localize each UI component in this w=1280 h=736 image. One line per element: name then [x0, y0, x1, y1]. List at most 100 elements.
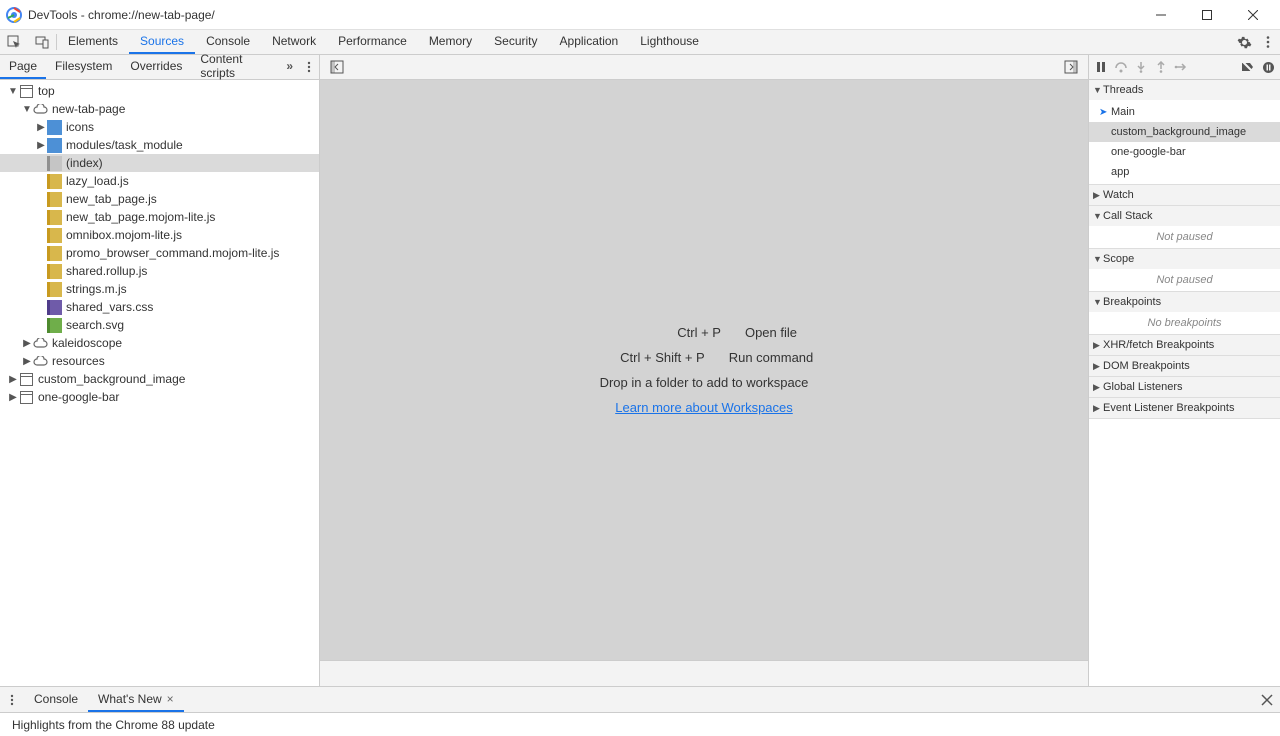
triangle-right-icon[interactable]: ▶ — [22, 356, 32, 367]
step-into-icon[interactable] — [1131, 57, 1151, 77]
triangle-right-icon[interactable]: ▶ — [36, 122, 46, 133]
tree-node[interactable]: lazy_load.js — [0, 172, 319, 190]
section-header-event-listeners[interactable]: ▶Event Listener Breakpoints — [1089, 398, 1280, 418]
settings-icon[interactable] — [1232, 35, 1256, 50]
subtab-overrides[interactable]: Overrides — [121, 55, 191, 79]
file-svg-icon — [47, 318, 62, 333]
tree-node-label: omnibox.mojom-lite.js — [66, 228, 182, 242]
more-icon[interactable] — [1256, 35, 1280, 49]
maximize-button[interactable] — [1184, 0, 1230, 30]
tree-node[interactable]: search.svg — [0, 316, 319, 334]
tree-node-label: top — [38, 84, 55, 98]
open-file-shortcut: Ctrl + P — [611, 325, 721, 340]
open-file-label: Open file — [745, 325, 797, 340]
close-button[interactable] — [1230, 0, 1276, 30]
window-icon — [19, 372, 34, 387]
device-toggle-icon[interactable] — [28, 30, 56, 54]
tree-node[interactable]: ▶resources — [0, 352, 319, 370]
subtab-page[interactable]: Page — [0, 55, 46, 79]
triangle-right-icon: ▶ — [1093, 403, 1103, 414]
triangle-down-icon[interactable]: ▼ — [22, 104, 32, 115]
subtab-more-icon[interactable]: » — [280, 55, 299, 79]
section-header-threads[interactable]: ▼Threads — [1089, 80, 1280, 100]
drawer-tab-whatsnew[interactable]: What's New× — [88, 687, 184, 712]
tab-performance[interactable]: Performance — [327, 30, 418, 54]
thread-label: one-google-bar — [1111, 146, 1186, 158]
triangle-down-icon[interactable]: ▼ — [8, 86, 18, 97]
triangle-right-icon[interactable]: ▶ — [8, 392, 18, 403]
pause-icon[interactable] — [1091, 57, 1111, 77]
thread-item[interactable]: custom_background_image — [1089, 122, 1280, 142]
tree-node[interactable]: ▶modules/task_module — [0, 136, 319, 154]
learn-more-link[interactable]: Learn more about Workspaces — [615, 400, 793, 415]
tree-node[interactable]: shared_vars.css — [0, 298, 319, 316]
triangle-right-icon[interactable]: ▶ — [8, 374, 18, 385]
tree-node[interactable]: ▶one-google-bar — [0, 388, 319, 406]
thread-item[interactable]: ➤Main — [1089, 102, 1280, 122]
tab-application[interactable]: Application — [549, 30, 630, 54]
drawer-more-icon[interactable] — [0, 687, 24, 712]
section-header-dom[interactable]: ▶DOM Breakpoints — [1089, 356, 1280, 376]
tab-elements[interactable]: Elements — [57, 30, 129, 54]
triangle-right-icon[interactable]: ▶ — [36, 140, 46, 151]
minimize-button[interactable] — [1138, 0, 1184, 30]
step-icon[interactable] — [1171, 57, 1191, 77]
triangle-right-icon[interactable]: ▶ — [22, 338, 32, 349]
tree-node[interactable]: omnibox.mojom-lite.js — [0, 226, 319, 244]
tree-node-label: lazy_load.js — [66, 174, 129, 188]
tab-security[interactable]: Security — [483, 30, 548, 54]
tree-node-label: strings.m.js — [66, 282, 127, 296]
thread-label: custom_background_image — [1111, 126, 1246, 138]
tab-sources[interactable]: Sources — [129, 30, 195, 54]
drawer-close-icon[interactable] — [1254, 687, 1280, 712]
file-plain-icon — [47, 156, 62, 171]
section-threads: ▼Threads ➤Main custom_background_imageone… — [1089, 80, 1280, 185]
triangle-right-icon: ▶ — [1093, 190, 1103, 201]
editor-header — [320, 55, 1088, 80]
subtab-filesystem[interactable]: Filesystem — [46, 55, 121, 79]
deactivate-breakpoints-icon[interactable] — [1238, 57, 1258, 77]
tab-console[interactable]: Console — [195, 30, 261, 54]
tree-node[interactable]: new_tab_page.mojom-lite.js — [0, 208, 319, 226]
subtab-content-scripts[interactable]: Content scripts — [191, 55, 280, 79]
tree-node[interactable]: ▼new-tab-page — [0, 100, 319, 118]
close-icon[interactable]: × — [167, 692, 174, 706]
section-header-breakpoints[interactable]: ▼Breakpoints — [1089, 292, 1280, 312]
toggle-navigator-icon[interactable] — [326, 56, 348, 78]
tree-node[interactable]: shared.rollup.js — [0, 262, 319, 280]
thread-item[interactable]: app — [1089, 162, 1280, 182]
section-header-watch[interactable]: ▶Watch — [1089, 185, 1280, 205]
chrome-icon — [6, 7, 22, 23]
window-icon — [19, 84, 34, 99]
tree-node[interactable]: new_tab_page.js — [0, 190, 319, 208]
tree-node[interactable]: ▶icons — [0, 118, 319, 136]
tab-network[interactable]: Network — [261, 30, 327, 54]
pause-on-exceptions-icon[interactable] — [1258, 57, 1278, 77]
step-out-icon[interactable] — [1151, 57, 1171, 77]
tree-node[interactable]: (index) — [0, 154, 319, 172]
tab-lighthouse[interactable]: Lighthouse — [629, 30, 710, 54]
tree-node[interactable]: ▶kaleidoscope — [0, 334, 319, 352]
thread-item[interactable]: one-google-bar — [1089, 142, 1280, 162]
section-header-xhr[interactable]: ▶XHR/fetch Breakpoints — [1089, 335, 1280, 355]
toggle-debugger-icon[interactable] — [1060, 56, 1082, 78]
tree-node[interactable]: strings.m.js — [0, 280, 319, 298]
section-callstack: ▼Call Stack Not paused — [1089, 206, 1280, 249]
current-arrow-icon: ➤ — [1099, 107, 1111, 118]
file-js-icon — [47, 174, 62, 189]
tree-node[interactable]: ▼ top — [0, 82, 319, 100]
step-over-icon[interactable] — [1111, 57, 1131, 77]
section-dom: ▶DOM Breakpoints — [1089, 356, 1280, 377]
navigator-more-icon[interactable] — [299, 55, 319, 79]
tab-memory[interactable]: Memory — [418, 30, 483, 54]
section-header-scope[interactable]: ▼Scope — [1089, 249, 1280, 269]
triangle-right-icon: ▶ — [1093, 340, 1103, 351]
tree-node[interactable]: promo_browser_command.mojom-lite.js — [0, 244, 319, 262]
editor-bottom-strip — [320, 660, 1088, 686]
section-header-global-listeners[interactable]: ▶Global Listeners — [1089, 377, 1280, 397]
tree-node[interactable]: ▶custom_background_image — [0, 370, 319, 388]
file-tree[interactable]: ▼ top ▼new-tab-page▶icons▶modules/task_mod… — [0, 80, 319, 686]
section-header-callstack[interactable]: ▼Call Stack — [1089, 206, 1280, 226]
inspect-icon[interactable] — [0, 30, 28, 54]
drawer-tab-console[interactable]: Console — [24, 687, 88, 712]
